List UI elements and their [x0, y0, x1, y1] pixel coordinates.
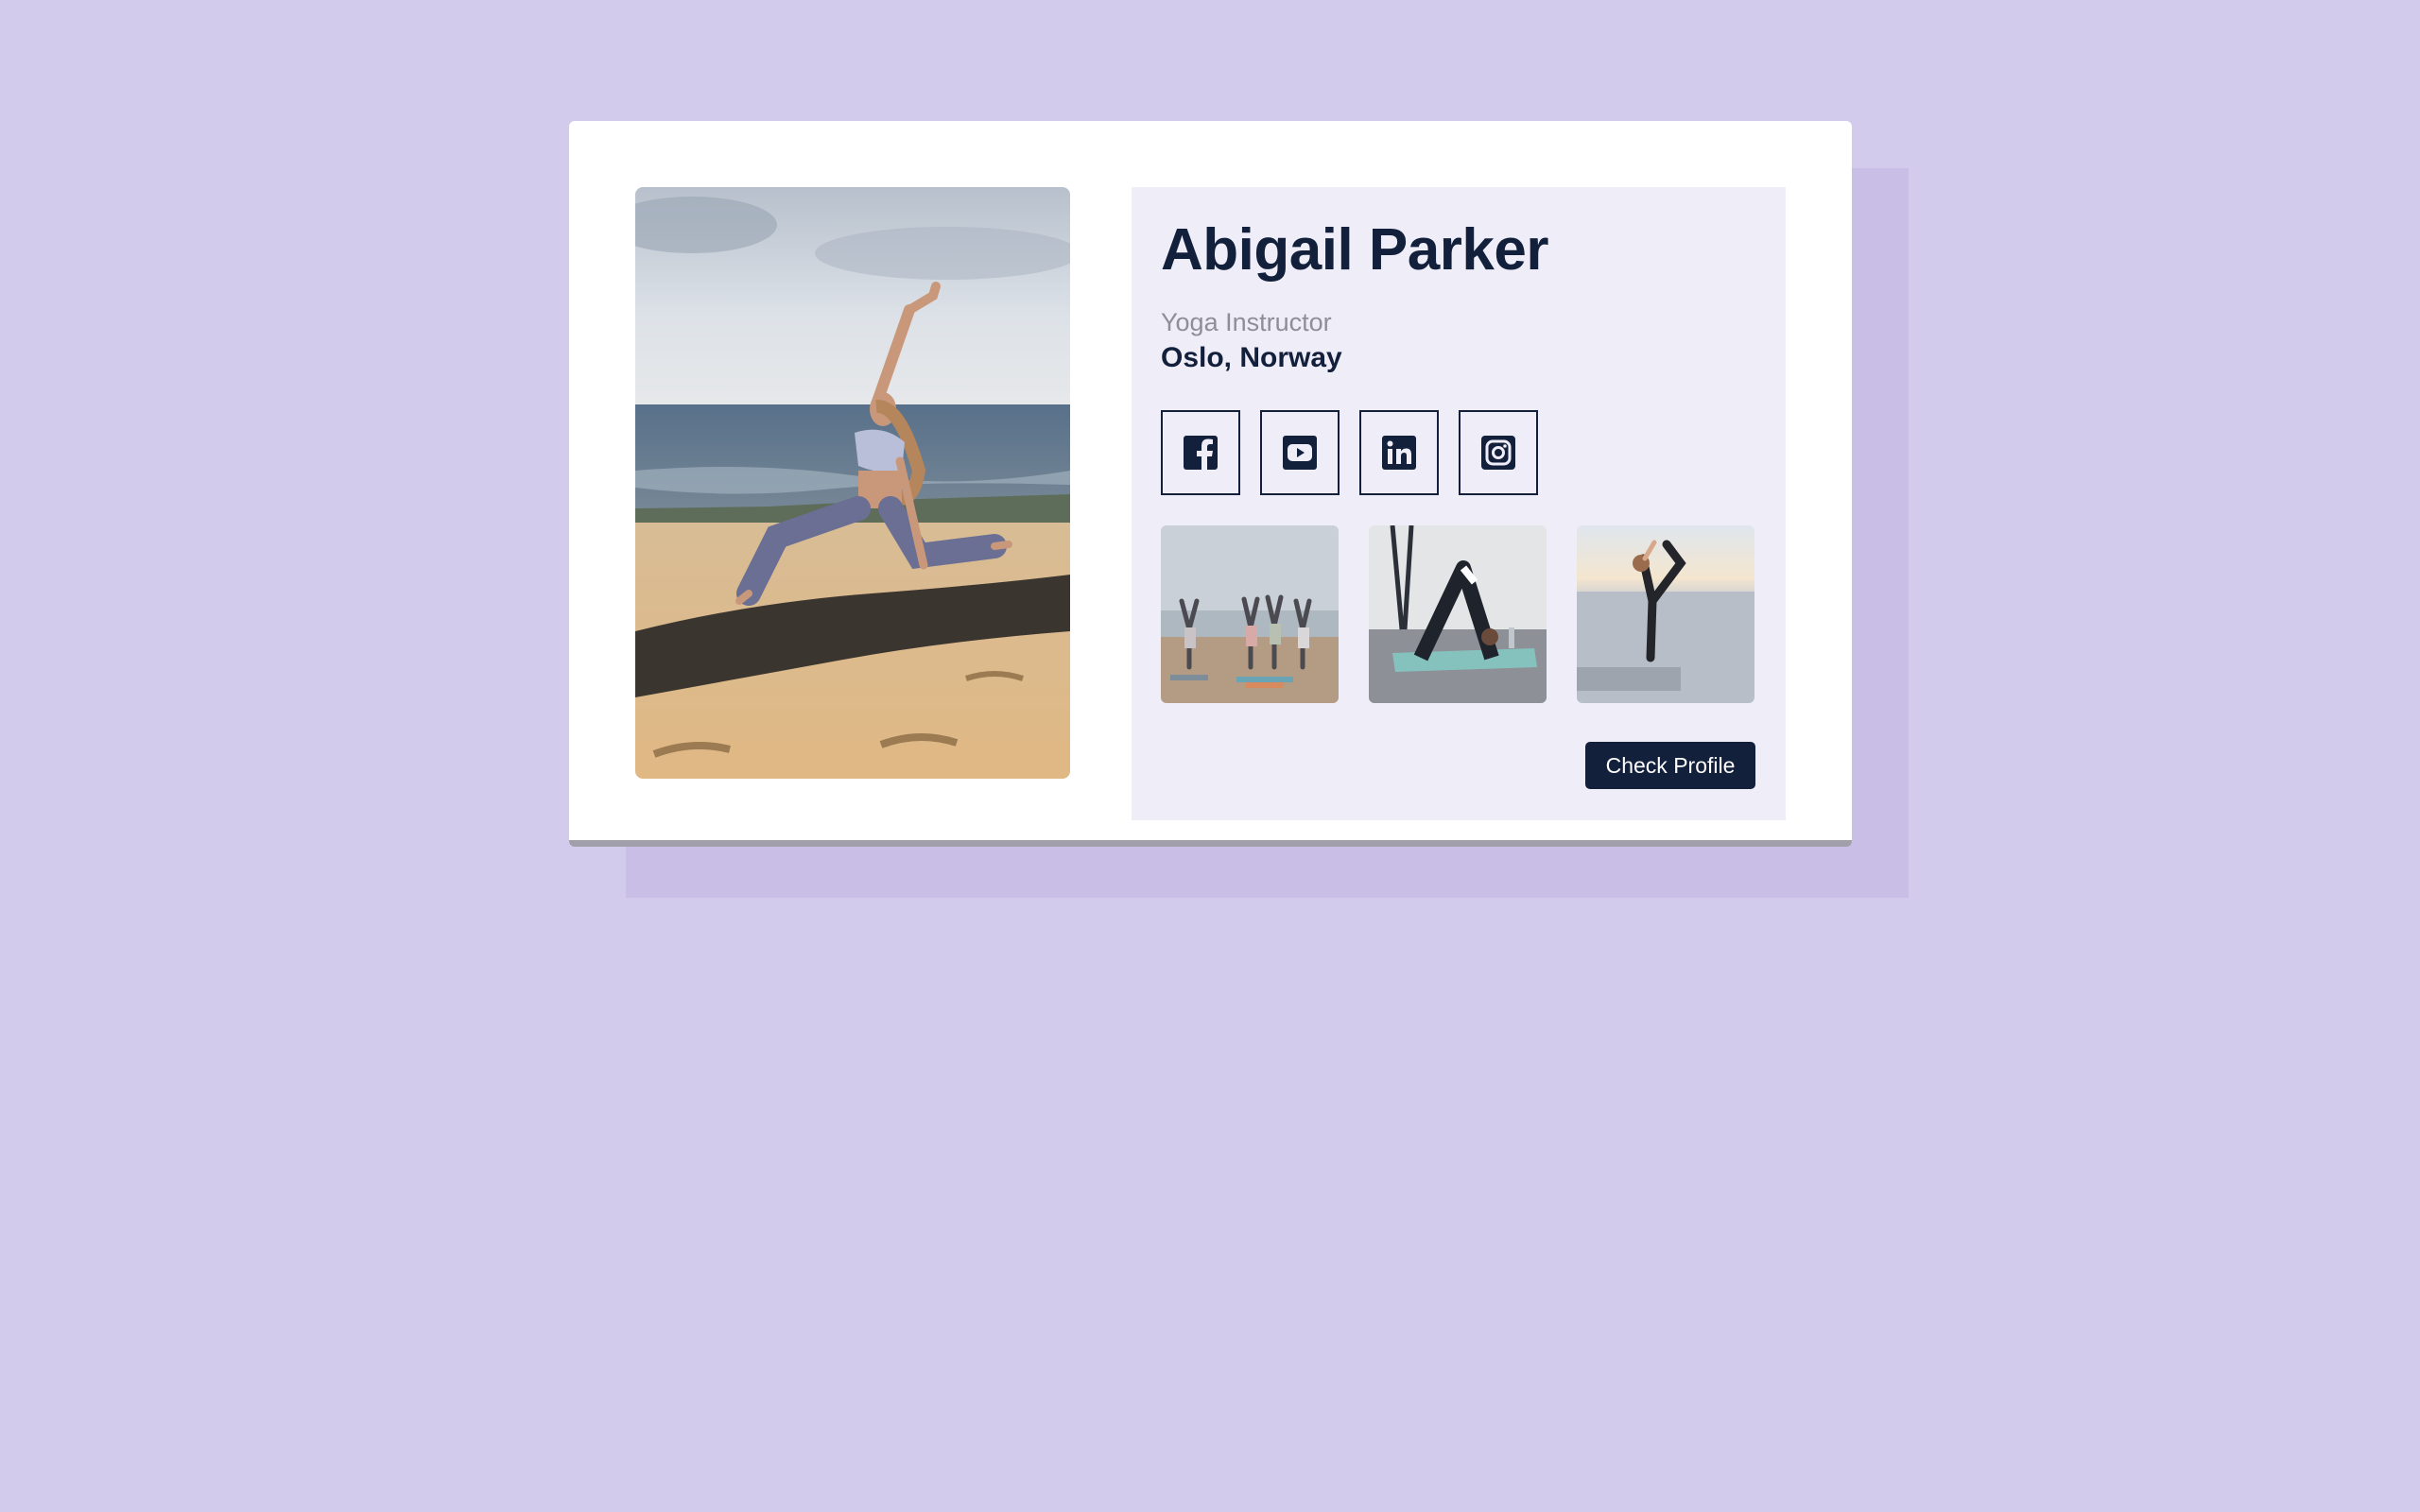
- instagram-icon: [1481, 436, 1515, 470]
- youtube-icon: [1283, 436, 1317, 470]
- check-profile-button[interactable]: Check Profile: [1585, 742, 1755, 789]
- gallery-photo-dancer-pose[interactable]: [1577, 525, 1754, 703]
- facebook-icon: [1184, 436, 1218, 470]
- profile-info-panel: Abigail Parker Yoga Instructor Oslo, Nor…: [1132, 187, 1786, 820]
- profile-photo: [635, 187, 1070, 779]
- youtube-link[interactable]: [1260, 410, 1340, 495]
- facebook-link[interactable]: [1161, 410, 1240, 495]
- profile-card: Abigail Parker Yoga Instructor Oslo, Nor…: [569, 121, 1852, 847]
- profile-role: Yoga Instructor: [1161, 308, 1332, 336]
- photo-gallery: [1161, 525, 1754, 703]
- instagram-link[interactable]: [1459, 410, 1538, 495]
- linkedin-link[interactable]: [1359, 410, 1439, 495]
- social-links: [1161, 410, 1538, 495]
- profile-location: Oslo, Norway: [1161, 342, 1342, 373]
- profile-name: Abigail Parker: [1161, 217, 1548, 283]
- gallery-photo-group-tree-pose[interactable]: [1161, 525, 1339, 703]
- gallery-photo-downward-dog[interactable]: [1369, 525, 1547, 703]
- linkedin-icon: [1382, 436, 1416, 470]
